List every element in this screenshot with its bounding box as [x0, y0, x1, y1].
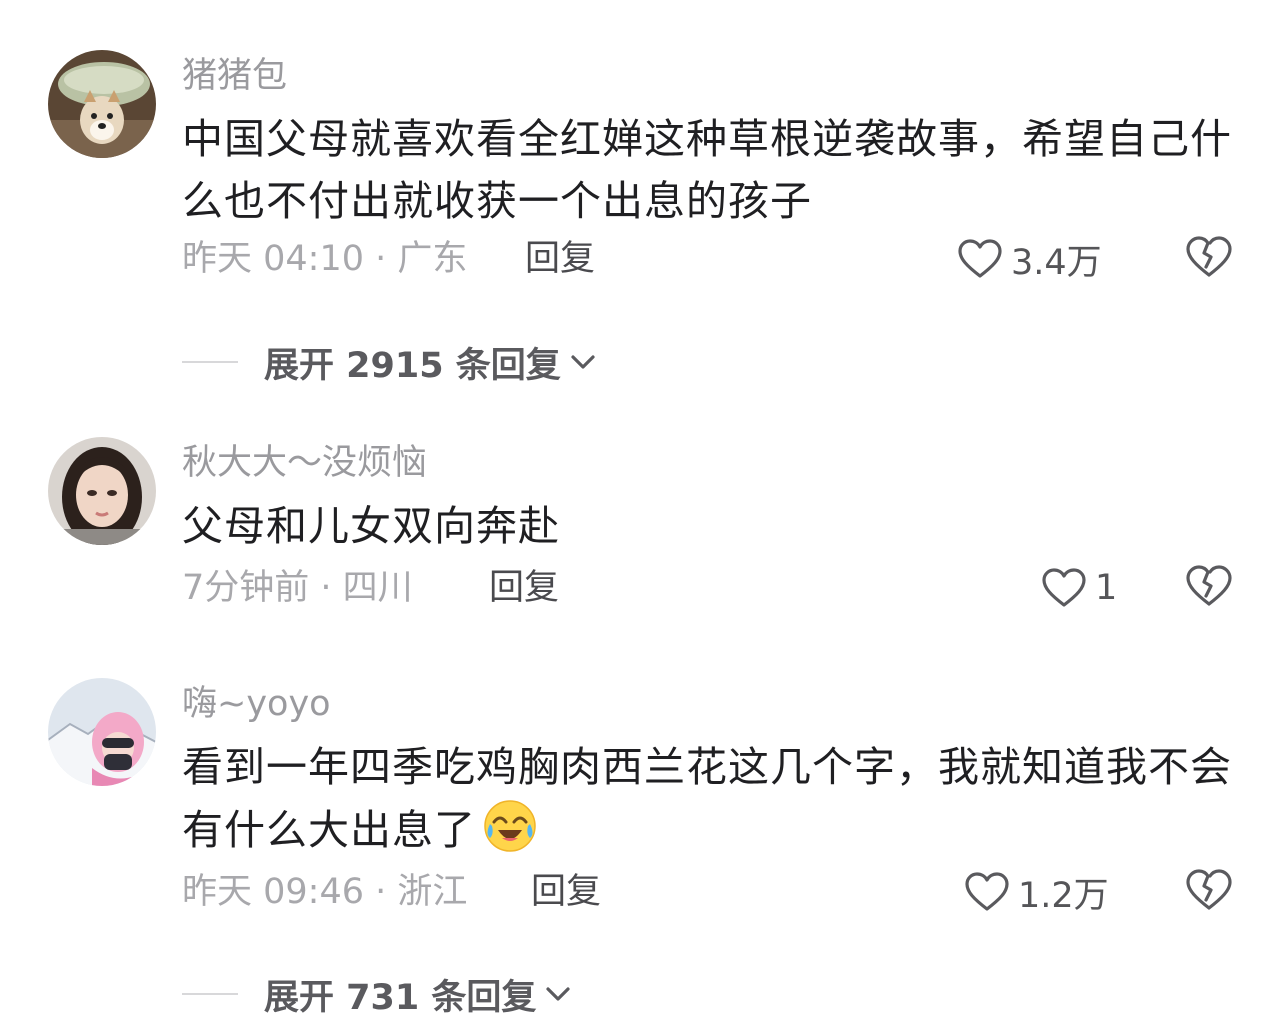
like-count: 3.4万 [1011, 242, 1102, 283]
comment-text: 看到一年四季吃鸡胸肉西兰花这几个字，我就知道我不会有什么大出息了 [182, 736, 1242, 861]
like-count: 1.2万 [1018, 875, 1109, 916]
heart-icon [958, 239, 1002, 278]
dislike-button[interactable] [1185, 564, 1235, 612]
broken-heart-icon [1186, 236, 1232, 277]
comment-text-content: 看到一年四季吃鸡胸肉西兰花这几个字，我就知道我不会有什么大出息了 [182, 743, 1232, 854]
comment-text: 父母和儿女双向奔赴 [182, 502, 560, 550]
divider-line [182, 361, 238, 363]
like-count: 1 [1095, 568, 1118, 608]
comment-meta: 昨天 09:46 · 浙江 [182, 872, 468, 912]
comment-meta: 7分钟前 · 四川 [182, 568, 413, 608]
broken-heart-icon [1186, 565, 1232, 606]
expand-replies-label[interactable]: 展开 2915 条回复 [264, 337, 561, 388]
reply-button[interactable]: 回复 [489, 566, 559, 610]
heart-icon [965, 872, 1009, 911]
avatar[interactable] [48, 50, 156, 158]
avatar[interactable] [48, 437, 156, 545]
skier-avatar-icon [48, 678, 156, 786]
like-button[interactable]: 1 [1041, 564, 1117, 612]
comment-meta: 昨天 04:10 · 广东 [182, 239, 468, 279]
username[interactable]: 秋大大～没烦恼 [182, 441, 427, 485]
broken-heart-icon [1186, 869, 1232, 910]
like-button[interactable]: 3.4万 [957, 235, 1102, 283]
chevron-down-icon [546, 987, 571, 1001]
reply-button[interactable]: 回复 [531, 870, 601, 914]
chevron-down-icon [571, 355, 595, 369]
like-button[interactable]: 1.2万 [964, 868, 1109, 916]
divider-line [182, 993, 238, 995]
username[interactable]: 嗨~yoyo [182, 682, 331, 726]
expand-replies[interactable]: 展开 2915 条回复 [182, 338, 599, 386]
dislike-button[interactable] [1185, 235, 1235, 283]
comment-text: 中国父母就喜欢看全红婵这种草根逆袭故事，希望自己什么也不付出就收获一个出息的孩子 [182, 115, 1232, 225]
avatar[interactable] [48, 678, 156, 786]
heart-icon [1042, 568, 1086, 607]
laugh-cry-emoji-icon [484, 800, 536, 852]
dog-avatar-icon [48, 50, 156, 158]
reply-button[interactable]: 回复 [525, 237, 595, 281]
expand-replies[interactable]: 展开 731 条回复 [182, 970, 574, 1018]
woman-avatar-icon [48, 437, 156, 545]
username[interactable]: 猪猪包 [182, 54, 287, 98]
dislike-button[interactable] [1185, 868, 1235, 916]
expand-replies-label[interactable]: 展开 731 条回复 [264, 969, 536, 1020]
